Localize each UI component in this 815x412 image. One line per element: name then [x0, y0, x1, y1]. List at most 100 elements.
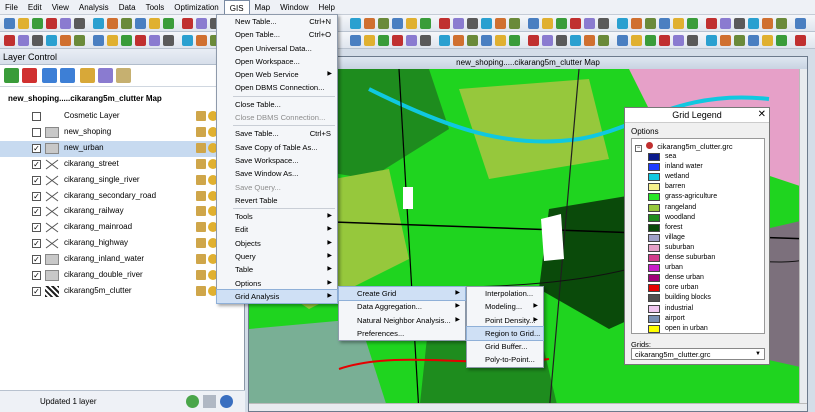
toolbar-button-icon[interactable]: [364, 18, 375, 29]
editable-icon[interactable]: [196, 190, 206, 201]
toolbar-button-icon[interactable]: [163, 18, 174, 29]
menu-item-grid-analysis[interactable]: Grid Analysis ▶: [216, 288, 338, 305]
toolbar-button-icon[interactable]: [406, 18, 417, 29]
editable-icon[interactable]: [196, 238, 206, 249]
layer-row[interactable]: ✓ cikarang5m_clutter: [0, 284, 245, 300]
toolbar-button-icon[interactable]: [420, 18, 431, 29]
toolbar-button-icon[interactable]: [60, 35, 71, 46]
toolbar-button-icon[interactable]: [706, 18, 717, 29]
layer-row[interactable]: new_shoping: [0, 125, 245, 141]
toolbar-button-icon[interactable]: [556, 35, 567, 46]
toolbar-button-icon[interactable]: [18, 35, 29, 46]
toolbar-button-icon[interactable]: [439, 35, 450, 46]
menu-item-save-copy-of-table-as[interactable]: Save Copy of Table As...: [217, 141, 337, 154]
editable-icon[interactable]: [196, 111, 206, 121]
toolbar-button-icon[interactable]: [135, 35, 146, 46]
editable-icon[interactable]: [196, 206, 206, 217]
menu-optimization[interactable]: Optimization: [169, 0, 223, 15]
move-up-icon[interactable]: [42, 68, 57, 83]
editable-icon[interactable]: [196, 285, 206, 296]
toolbar-button-icon[interactable]: [748, 18, 759, 29]
menu-view[interactable]: View: [47, 0, 74, 15]
editable-icon[interactable]: [196, 270, 206, 280]
menu-tools[interactable]: Tools: [141, 0, 170, 15]
layer-visibility-checkbox[interactable]: ✓: [32, 175, 41, 185]
layer-row[interactable]: ✓ cikarang_railway: [0, 204, 245, 220]
menu-item-region-to-grid[interactable]: Region to Grid...: [466, 325, 544, 342]
toolbar-button-icon[interactable]: [135, 18, 146, 29]
toolbar-button-icon[interactable]: [32, 35, 43, 46]
toolbar-button-icon[interactable]: [617, 35, 628, 46]
toolbar-button-icon[interactable]: [46, 18, 57, 29]
toolbar-button-icon[interactable]: [32, 18, 43, 29]
layer-row[interactable]: ✓ cikarang_street: [0, 157, 245, 173]
toolbar-button-icon[interactable]: [481, 18, 492, 29]
editable-icon[interactable]: [196, 126, 206, 137]
help-icon[interactable]: [220, 395, 233, 408]
toolbar-button-icon[interactable]: [776, 35, 787, 46]
menu-item-edit[interactable]: Edit ▶: [217, 223, 337, 236]
layer-visibility-checkbox[interactable]: ✓: [32, 143, 41, 153]
menu-item-save-table[interactable]: Save Table... Ctrl+S: [217, 127, 337, 140]
toolbar-button-icon[interactable]: [46, 35, 57, 46]
toolbar-button-icon[interactable]: [481, 35, 492, 46]
toolbar-button-icon[interactable]: [687, 35, 698, 46]
toolbar-button-icon[interactable]: [60, 18, 71, 29]
menu-item-natural-neighbor-analysis[interactable]: Natural Neighbor Analysis... ▶: [339, 314, 465, 327]
toolbar-button-icon[interactable]: [4, 35, 15, 46]
toolbar-button-icon[interactable]: [528, 35, 539, 46]
menu-analysis[interactable]: Analysis: [74, 0, 114, 15]
toolbar-button-icon[interactable]: [378, 18, 389, 29]
menu-item-new-table[interactable]: New Table... Ctrl+N: [217, 15, 337, 28]
layer-visibility-checkbox[interactable]: ✓: [32, 286, 41, 296]
toolbar-button-icon[interactable]: [673, 35, 684, 46]
toolbar-button-icon[interactable]: [495, 18, 506, 29]
toolbar-button-icon[interactable]: [776, 18, 787, 29]
editable-icon[interactable]: [196, 174, 206, 185]
map-horizontal-scrollbar[interactable]: [249, 403, 807, 411]
toolbar-button-icon[interactable]: [196, 35, 207, 46]
toolbar-button-icon[interactable]: [748, 35, 759, 46]
menu-item-revert-table[interactable]: Revert Table: [217, 194, 337, 207]
layer-visibility-checkbox[interactable]: ✓: [32, 191, 41, 201]
layer-visibility-checkbox[interactable]: ✓: [32, 239, 41, 249]
toolbar-button-icon[interactable]: [149, 18, 160, 29]
display-options-icon[interactable]: [98, 68, 113, 83]
menu-item-open-workspace[interactable]: Open Workspace...: [217, 55, 337, 68]
toolbar-button-icon[interactable]: [631, 35, 642, 46]
layer-row[interactable]: ✓ cikarang_secondary_road: [0, 189, 245, 205]
toolbar-button-icon[interactable]: [570, 35, 581, 46]
layer-visibility-checkbox[interactable]: ✓: [32, 255, 41, 265]
toolbar-button-icon[interactable]: [121, 18, 132, 29]
menu-item-tools[interactable]: Tools ▶: [217, 210, 337, 223]
toolbar-button-icon[interactable]: [795, 35, 806, 46]
editable-icon[interactable]: [196, 158, 206, 169]
layer-row[interactable]: ✓ cikarang_double_river: [0, 268, 245, 284]
grids-select[interactable]: cikarang5m_clutter.grc ▼: [631, 348, 765, 360]
toolbar-button-icon[interactable]: [631, 18, 642, 29]
layer-row[interactable]: Cosmetic Layer: [0, 109, 245, 125]
toolbar-button-icon[interactable]: [467, 35, 478, 46]
toolbar-button-icon[interactable]: [584, 18, 595, 29]
menu-item-save-window-as[interactable]: Save Window As...: [217, 167, 337, 180]
menu-file[interactable]: File: [0, 0, 23, 15]
collapse-icon[interactable]: −: [635, 145, 642, 152]
move-down-icon[interactable]: [60, 68, 75, 83]
menu-item-save-workspace[interactable]: Save Workspace...: [217, 154, 337, 167]
menu-item-close-table[interactable]: Close Table...: [217, 98, 337, 111]
menu-item-interpolation[interactable]: Interpolation...: [467, 287, 543, 300]
toolbar-button-icon[interactable]: [734, 35, 745, 46]
toolbar-button-icon[interactable]: [673, 18, 684, 29]
apply-icon[interactable]: [203, 395, 216, 408]
toolbar-button-icon[interactable]: [93, 18, 104, 29]
menu-item-open-table[interactable]: Open Table... Ctrl+O: [217, 28, 337, 41]
menu-item-open-web-service[interactable]: Open Web Service ▶: [217, 68, 337, 81]
menu-item-close-dbms-connection[interactable]: Close DBMS Connection...: [217, 111, 337, 124]
menu-item-objects[interactable]: Objects ▶: [217, 237, 337, 250]
menu-window[interactable]: Window: [275, 0, 313, 15]
toolbar-button-icon[interactable]: [528, 18, 539, 29]
toolbar-button-icon[interactable]: [720, 18, 731, 29]
toolbar-button-icon[interactable]: [495, 35, 506, 46]
toolbar-button-icon[interactable]: [182, 18, 193, 29]
layer-visibility-checkbox[interactable]: [32, 127, 41, 137]
